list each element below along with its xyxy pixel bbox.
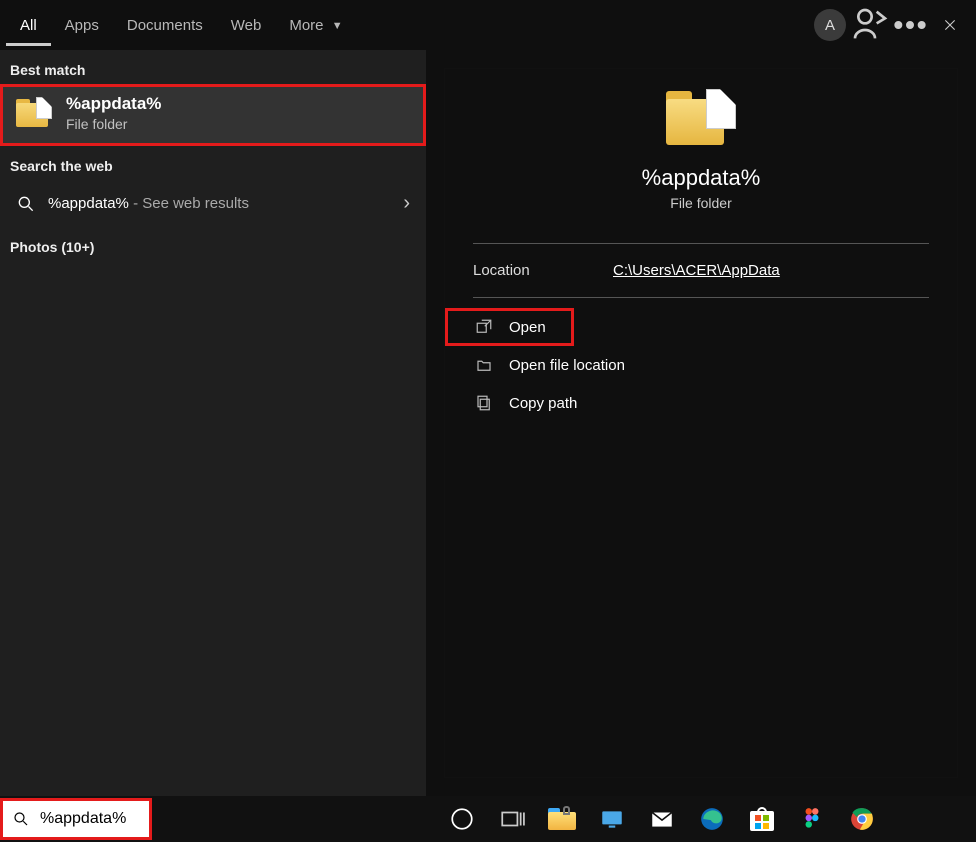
tab-documents[interactable]: Documents <box>113 5 217 46</box>
search-query-text: %appdata% <box>40 810 126 828</box>
tab-all[interactable]: All <box>6 5 51 46</box>
file-location-icon <box>473 356 495 374</box>
location-label: Location <box>473 262 613 279</box>
preview-card: %appdata% File folder Location C:\Users\… <box>444 68 958 778</box>
section-best-match: Best match <box>0 50 426 84</box>
chrome-icon[interactable] <box>839 796 885 842</box>
file-explorer-icon[interactable] <box>539 796 585 842</box>
web-search-result[interactable]: %appdata% - See web results › <box>0 180 426 227</box>
task-view-icon[interactable] <box>489 796 535 842</box>
preview-title: %appdata% <box>445 165 957 191</box>
search-icon <box>12 810 30 828</box>
action-open-label: Open <box>509 319 546 336</box>
folder-icon <box>16 97 52 129</box>
figma-icon[interactable] <box>789 796 835 842</box>
cortana-icon[interactable] <box>439 796 485 842</box>
search-tabs-bar: All Apps Documents Web More ▼ A <box>0 0 976 50</box>
tab-apps[interactable]: Apps <box>51 5 113 46</box>
search-icon <box>16 194 36 214</box>
open-icon <box>473 318 495 336</box>
tab-more[interactable]: More ▼ <box>275 5 356 46</box>
account-avatar[interactable]: A <box>810 5 850 45</box>
taskbar: %appdata% <box>0 796 976 842</box>
tab-web[interactable]: Web <box>217 5 276 46</box>
location-path[interactable]: C:\Users\ACER\AppData <box>613 262 780 279</box>
windows-search-panel: All Apps Documents Web More ▼ A Best mat… <box>0 0 976 796</box>
more-options-icon[interactable] <box>890 5 930 45</box>
tab-more-label: More <box>289 17 323 34</box>
action-copy-path-label: Copy path <box>509 395 577 412</box>
close-button[interactable] <box>930 5 970 45</box>
copy-icon <box>473 394 495 412</box>
best-match-result[interactable]: %appdata% File folder <box>0 84 426 146</box>
search-results-column: Best match %appdata% File folder Search … <box>0 50 426 796</box>
web-result-text: %appdata% - See web results <box>48 195 403 212</box>
avatar-letter: A <box>814 9 846 41</box>
action-open-file-location[interactable]: Open file location <box>445 346 957 384</box>
chevron-down-icon: ▼ <box>332 20 343 32</box>
feedback-icon[interactable] <box>850 5 890 45</box>
chevron-right-icon: › <box>403 192 410 215</box>
section-search-web: Search the web <box>0 146 426 180</box>
microsoft-store-icon[interactable] <box>739 796 785 842</box>
preview-folder-icon <box>666 89 736 149</box>
action-open[interactable]: Open <box>445 308 574 346</box>
mail-icon[interactable] <box>639 796 685 842</box>
best-match-subtitle: File folder <box>66 116 161 132</box>
best-match-title: %appdata% <box>66 94 161 114</box>
section-photos[interactable]: Photos (10+) <box>0 227 426 261</box>
action-copy-path[interactable]: Copy path <box>445 384 957 422</box>
preview-column: %appdata% File folder Location C:\Users\… <box>426 50 976 796</box>
taskbar-search-box[interactable]: %appdata% <box>0 798 152 840</box>
web-result-query: %appdata% <box>48 195 129 212</box>
preview-subtitle: File folder <box>445 195 957 211</box>
action-open-file-location-label: Open file location <box>509 357 625 374</box>
taskbar-icons <box>423 796 885 842</box>
monitor-app-icon[interactable] <box>589 796 635 842</box>
web-result-suffix: - See web results <box>129 195 249 212</box>
location-row: Location C:\Users\ACER\AppData <box>445 244 957 297</box>
edge-icon[interactable] <box>689 796 735 842</box>
